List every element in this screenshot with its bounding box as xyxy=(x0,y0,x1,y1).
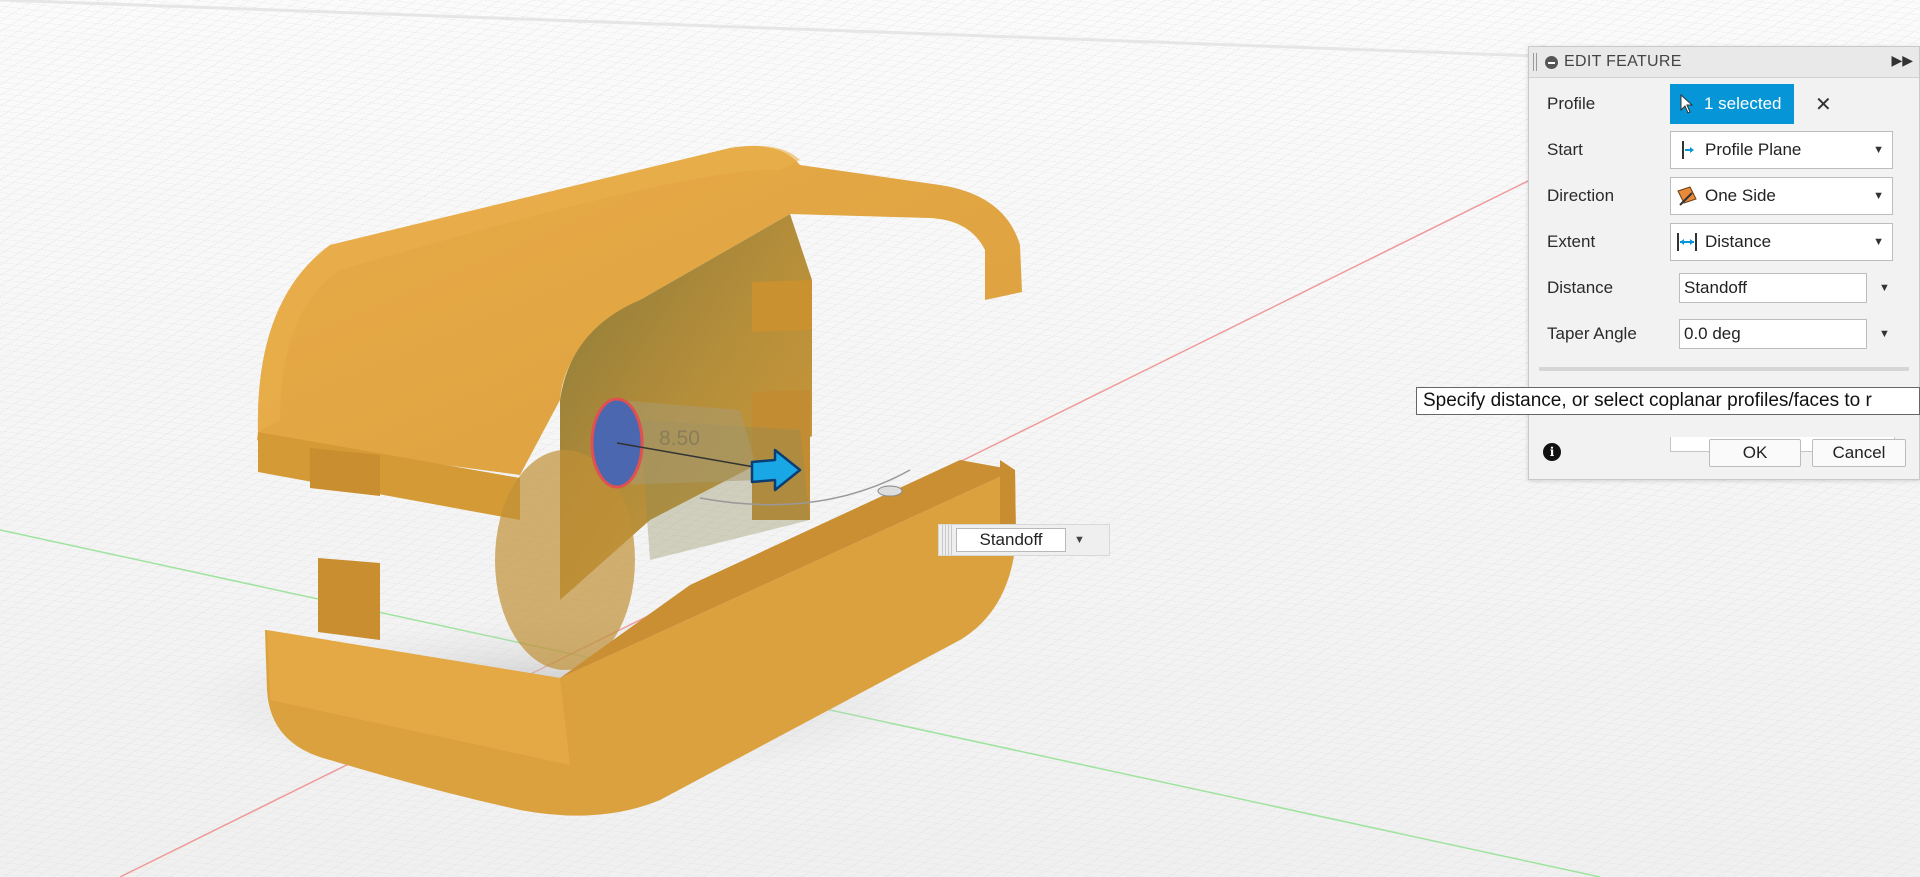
canvas-distance-input[interactable]: Standoff ▼ xyxy=(938,524,1110,556)
direction-value: One Side xyxy=(1705,186,1776,205)
clear-selection-icon[interactable]: ✕ xyxy=(1815,92,1832,117)
expand-icon[interactable]: ▶▶ xyxy=(1891,52,1913,69)
cancel-button[interactable]: Cancel xyxy=(1812,439,1906,467)
direction-row: Direction One Side ▼ xyxy=(1529,177,1919,215)
chevron-down-icon: ▼ xyxy=(1873,236,1884,248)
panel-title: EDIT FEATURE xyxy=(1564,53,1682,70)
profile-label: Profile xyxy=(1547,94,1596,113)
chevron-down-icon: ▼ xyxy=(1873,190,1884,202)
taper-row: Taper Angle 0.0 deg ▼ xyxy=(1529,315,1919,353)
extent-value: Distance xyxy=(1705,232,1772,251)
profile-select-button[interactable]: 1 selected xyxy=(1670,84,1794,124)
distance-label: Distance xyxy=(1547,278,1614,297)
distance-input[interactable]: Standoff xyxy=(1679,273,1867,303)
start-dropdown[interactable]: Profile Plane ▼ xyxy=(1670,131,1893,169)
taper-angle-input[interactable]: 0.0 deg xyxy=(1679,319,1867,349)
extent-row: Extent Distance ▼ xyxy=(1529,223,1919,261)
taper-dropdown-icon[interactable]: ▼ xyxy=(1879,328,1890,340)
info-icon[interactable]: i xyxy=(1543,443,1561,461)
collapse-icon[interactable] xyxy=(1545,55,1558,69)
panel-header[interactable]: EDIT FEATURE ▶▶ xyxy=(1529,47,1919,78)
chevron-down-icon: ▼ xyxy=(1873,144,1884,156)
distance-icon xyxy=(1675,230,1699,254)
rotate-handle xyxy=(877,485,903,497)
profile-row: Profile 1 selected ✕ xyxy=(1529,84,1919,124)
distance-row: Distance Standoff ▼ xyxy=(1529,269,1919,307)
canvas-distance-field[interactable]: Standoff xyxy=(956,528,1066,552)
profile-value: 1 selected xyxy=(1704,94,1782,113)
profile-plane-icon xyxy=(1675,138,1699,162)
start-row: Start Profile Plane ▼ xyxy=(1529,131,1919,169)
start-label: Start xyxy=(1547,140,1583,159)
direction-dropdown[interactable]: One Side ▼ xyxy=(1670,177,1893,215)
distance-dropdown-icon[interactable]: ▼ xyxy=(1879,282,1890,294)
one-side-icon xyxy=(1675,184,1699,208)
panel-divider xyxy=(1539,367,1909,371)
drag-grip[interactable] xyxy=(942,525,952,555)
start-value: Profile Plane xyxy=(1705,140,1802,159)
tooltip: Specify distance, or select coplanar pro… xyxy=(1416,387,1920,415)
dimension-label: 8.50 xyxy=(659,427,700,450)
extent-dropdown[interactable]: Distance ▼ xyxy=(1670,223,1893,261)
ok-button[interactable]: OK xyxy=(1709,439,1801,467)
canvas-distance-dropdown-icon[interactable]: ▼ xyxy=(1074,534,1085,546)
panel-grip[interactable] xyxy=(1533,53,1537,71)
extent-label: Extent xyxy=(1547,232,1596,251)
direction-label: Direction xyxy=(1547,186,1615,205)
cursor-icon xyxy=(1680,94,1694,114)
taper-label: Taper Angle xyxy=(1547,324,1637,343)
